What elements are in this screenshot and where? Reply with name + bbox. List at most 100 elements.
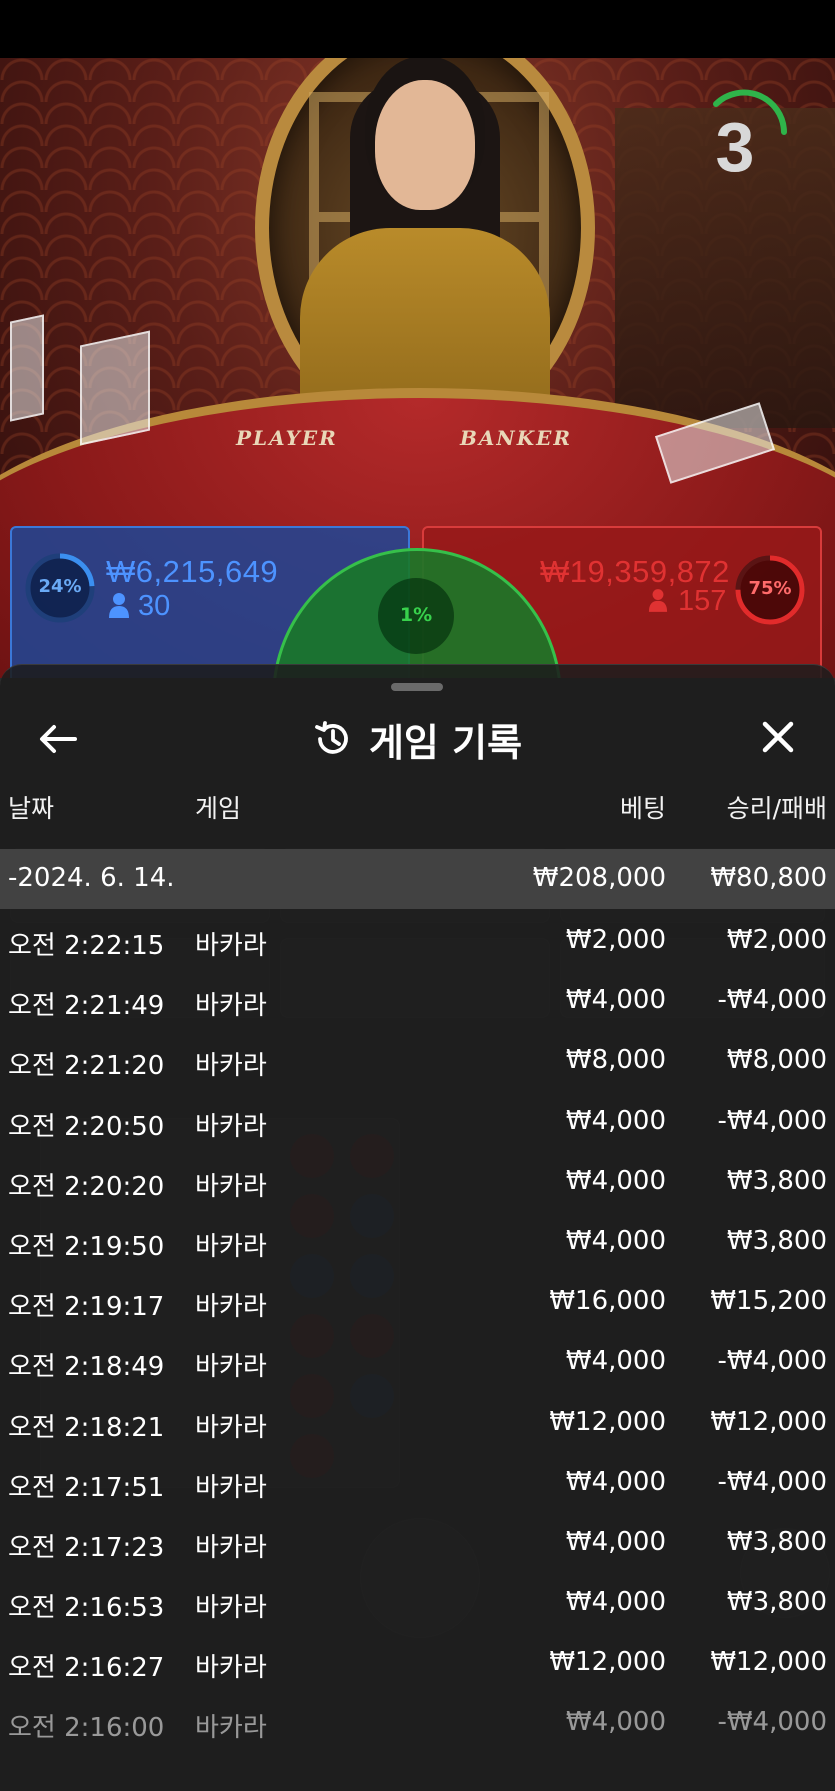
row-time: 오전 2:19:50 [8, 1231, 165, 1262]
history-table-header: 날짜 게임 베팅 승리/패배 [0, 789, 835, 841]
row-bet: ₩12,000 [549, 1406, 666, 1437]
row-result: ₩12,000 [710, 1406, 827, 1437]
history-row[interactable]: 오전 2:16:27 바카라 ₩12,000 ₩12,000 [0, 1631, 835, 1691]
history-row[interactable]: 오전 2:21:20 바카라 ₩8,000 ₩8,000 [0, 1029, 835, 1089]
history-row[interactable]: 오전 2:20:20 바카라 ₩4,000 ₩3,800 [0, 1150, 835, 1210]
row-time: 오전 2:16:53 [8, 1593, 165, 1624]
day-total-result: ₩80,800 [710, 863, 827, 893]
game-history-sheet: 게임 기록 날짜 게임 베팅 승리/패배 -2024. 6. 14. ₩208,… [0, 664, 835, 1791]
row-game: 바카라 [195, 991, 267, 1022]
sheet-header: 게임 기록 [0, 709, 835, 769]
row-bet: ₩12,000 [549, 1647, 666, 1678]
row-bet: ₩4,000 [565, 1225, 666, 1256]
row-bet: ₩4,000 [565, 1707, 666, 1738]
row-time: 오전 2:18:21 [8, 1412, 165, 1443]
row-game: 바카라 [195, 1532, 267, 1563]
row-result: -₩4,000 [717, 1466, 827, 1497]
row-bet: ₩4,000 [565, 1346, 666, 1377]
row-game: 바카라 [195, 1352, 267, 1383]
row-bet: ₩4,000 [565, 1105, 666, 1136]
column-header-game: 게임 [195, 794, 242, 823]
day-summary-row[interactable]: -2024. 6. 14. ₩208,000 ₩80,800 [0, 849, 835, 909]
row-bet: ₩4,000 [565, 1165, 666, 1196]
history-row[interactable]: 오전 2:19:50 바카라 ₩4,000 ₩3,800 [0, 1210, 835, 1270]
row-bet: ₩8,000 [565, 1045, 666, 1076]
row-time: 오전 2:21:20 [8, 1051, 165, 1082]
row-time: 오전 2:17:23 [8, 1532, 165, 1563]
row-time: 오전 2:19:17 [8, 1292, 165, 1323]
history-row[interactable]: 오전 2:20:50 바카라 ₩4,000 -₩4,000 [0, 1090, 835, 1150]
row-result: ₩8,000 [726, 1045, 827, 1076]
row-bet: ₩4,000 [565, 1526, 666, 1557]
banker-count-person-icon [648, 589, 668, 612]
countdown-number: 3 [715, 108, 755, 186]
row-bet: ₩16,000 [549, 1286, 666, 1317]
row-result: ₩2,000 [726, 925, 827, 955]
banker-count: 157 [678, 585, 727, 617]
history-row[interactable]: 오전 2:16:53 바카라 ₩4,000 ₩3,800 [0, 1571, 835, 1631]
row-time: 오전 2:17:51 [8, 1472, 165, 1503]
row-bet: ₩4,000 [565, 1466, 666, 1497]
row-result: ₩3,800 [726, 1587, 827, 1618]
card-holder-left [80, 330, 150, 446]
card-shoe-left [10, 314, 44, 422]
row-time: 오전 2:20:20 [8, 1171, 165, 1202]
column-header-bet: 베팅 [619, 794, 666, 823]
row-result: -₩4,000 [717, 1707, 827, 1738]
row-game: 바카라 [195, 1231, 267, 1262]
column-header-result: 승리/패배 [726, 794, 827, 823]
player-count-person-icon [109, 593, 129, 618]
banker-percent: 75% [748, 578, 792, 599]
row-result: ₩15,200 [710, 1286, 827, 1317]
history-row[interactable]: 오전 2:18:49 바카라 ₩4,000 -₩4,000 [0, 1330, 835, 1390]
row-result: -₩4,000 [717, 1105, 827, 1136]
row-time: 오전 2:16:00 [8, 1713, 165, 1744]
sheet-title: 게임 기록 [368, 720, 523, 765]
row-game: 바카라 [195, 931, 267, 961]
row-time: 오전 2:21:49 [8, 991, 165, 1022]
row-time: 오전 2:22:15 [8, 931, 165, 961]
history-rows: 오전 2:22:15 바카라 ₩2,000 ₩2,000 오전 2:21:49 바카라 ₩… [0, 909, 835, 1752]
history-icon [315, 721, 348, 754]
row-game: 바카라 [195, 1051, 267, 1082]
row-result: ₩12,000 [710, 1647, 827, 1678]
history-row[interactable]: 오전 2:21:49 바카라 ₩4,000 -₩4,000 [0, 969, 835, 1029]
row-bet: ₩4,000 [565, 1587, 666, 1618]
sheet-drag-handle[interactable] [391, 683, 443, 691]
row-game: 바카라 [195, 1713, 267, 1744]
history-row[interactable]: 오전 2:22:15 바카라 ₩2,000 ₩2,000 [0, 909, 835, 969]
table-banker-label: BANKER [460, 426, 572, 450]
player-bet-amount: ₩6,215,649 [106, 554, 279, 589]
close-icon [762, 721, 794, 753]
row-time: 오전 2:16:27 [8, 1653, 165, 1684]
row-time: 오전 2:20:50 [8, 1111, 165, 1142]
row-result: ₩3,800 [726, 1165, 827, 1196]
row-result: -₩4,000 [717, 1346, 827, 1377]
close-button[interactable] [756, 715, 800, 759]
row-game: 바카라 [195, 1292, 267, 1323]
player-count: 30 [138, 590, 171, 622]
player-percent: 24% [38, 576, 82, 597]
row-result: ₩3,800 [726, 1526, 827, 1557]
row-result: -₩4,000 [717, 985, 827, 1016]
row-bet: ₩4,000 [565, 985, 666, 1016]
tie-percent: 1% [399, 604, 433, 626]
row-game: 바카라 [195, 1171, 267, 1202]
dealer-head [375, 80, 475, 210]
history-row[interactable]: 오전 2:16:00 바카라 ₩4,000 -₩4,000 [0, 1691, 835, 1751]
table-player-label: PLAYER [236, 426, 338, 450]
history-row[interactable]: 오전 2:18:21 바카라 ₩12,000 ₩12,000 [0, 1391, 835, 1451]
status-bar [0, 0, 835, 58]
day-date: -2024. 6. 14. [8, 863, 175, 893]
column-header-date: 날짜 [8, 794, 55, 823]
row-game: 바카라 [195, 1593, 267, 1624]
row-game: 바카라 [195, 1111, 267, 1142]
history-row[interactable]: 오전 2:19:17 바카라 ₩16,000 ₩15,200 [0, 1270, 835, 1330]
history-row[interactable]: 오전 2:17:23 바카라 ₩4,000 ₩3,800 [0, 1511, 835, 1571]
history-row[interactable]: 오전 2:17:51 바카라 ₩4,000 -₩4,000 [0, 1451, 835, 1511]
row-time: 오전 2:18:49 [8, 1352, 165, 1383]
row-result: ₩3,800 [726, 1225, 827, 1256]
row-game: 바카라 [195, 1412, 267, 1443]
day-total-bet: ₩208,000 [532, 863, 666, 893]
row-bet: ₩2,000 [565, 925, 666, 955]
